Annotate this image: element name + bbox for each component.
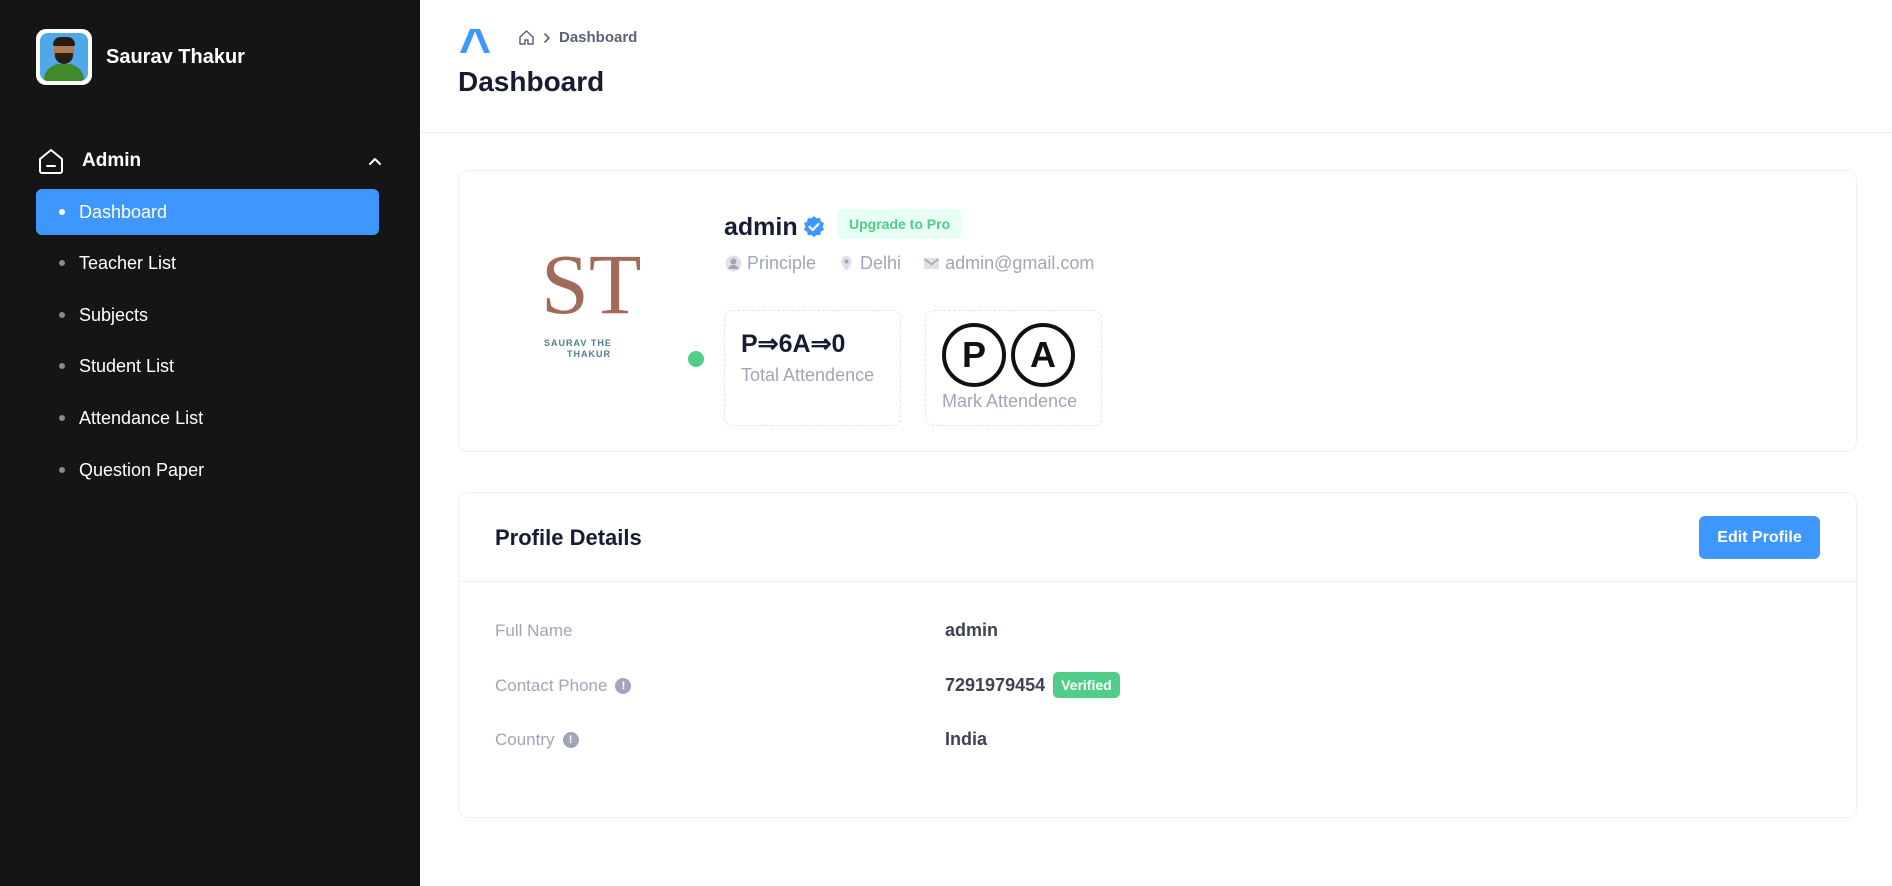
edit-profile-button[interactable]: Edit Profile — [1699, 516, 1820, 559]
mark-attendance-stat: P A Mark Attendence — [925, 310, 1102, 426]
profile-meta: Principle Delhi admin@gmail.com — [725, 253, 1116, 274]
sidebar-item-label: Teacher List — [79, 252, 177, 273]
sidebar-item-dashboard[interactable]: Dashboard — [36, 189, 379, 235]
details-title: Profile Details — [495, 525, 642, 550]
bullet-icon — [59, 363, 65, 369]
profile-card: ST SAURAV THE THAKUR admin Upgrade to Pr… — [458, 170, 1857, 452]
sidebar-item-question-paper[interactable]: Question Paper — [36, 447, 379, 493]
role-text: Principle — [747, 253, 817, 273]
bullet-icon — [59, 415, 65, 421]
profile-details-card: Profile Details Edit Profile Full Name a… — [458, 492, 1857, 818]
sidebar-item-label: Attendance List — [79, 407, 204, 428]
bullet-icon — [59, 209, 65, 215]
contact-phone-label: Contact Phone ! — [495, 676, 632, 696]
brand-logo: ST SAURAV THE THAKUR — [541, 236, 641, 359]
bullet-icon — [59, 467, 65, 473]
country-value: India — [945, 729, 988, 749]
full-name-value: admin — [945, 620, 999, 640]
header-divider — [420, 132, 1892, 133]
map-pin-icon — [841, 256, 853, 271]
mark-attendance-label: Mark Attendence — [942, 391, 1078, 411]
user-name: Saurav Thakur — [106, 45, 245, 68]
app-logo-icon[interactable] — [458, 27, 492, 54]
sidebar-item-student-list[interactable]: Student List — [36, 343, 379, 389]
mark-present-button[interactable]: P — [942, 323, 1006, 387]
breadcrumb: Dashboard — [518, 29, 637, 46]
verified-badge: Verified — [1053, 672, 1120, 698]
user-block[interactable]: Saurav Thakur — [36, 29, 245, 85]
role-item[interactable]: Principle — [725, 253, 816, 274]
page-title: Dashboard — [458, 66, 605, 97]
location-item[interactable]: Delhi — [838, 253, 901, 274]
attendance-label: Total Attendence — [741, 365, 875, 385]
email-item[interactable]: admin@gmail.com — [923, 253, 1094, 274]
contact-phone-value: 7291979454 Verified — [945, 672, 1120, 698]
country-label: Country ! — [495, 730, 579, 750]
menu-section-admin[interactable]: Admin — [36, 146, 384, 176]
mark-absent-button[interactable]: A — [1011, 323, 1075, 387]
sidebar-item-label: Student List — [79, 355, 175, 376]
row-label-text: Full Name — [495, 621, 573, 640]
upgrade-to-pro-badge[interactable]: Upgrade to Pro — [837, 209, 963, 239]
sidebar-item-label: Dashboard — [79, 201, 168, 222]
menu-section-label: Admin — [82, 150, 142, 171]
avatar — [36, 29, 92, 85]
verified-check-icon — [804, 216, 824, 238]
breadcrumb-current: Dashboard — [559, 29, 638, 46]
bullet-icon — [59, 260, 65, 266]
user-icon — [725, 255, 742, 272]
info-icon[interactable]: ! — [562, 732, 579, 748]
attendance-value: P⇒6A⇒0 — [741, 330, 846, 358]
sidebar: Saurav Thakur Admin Dashboard Teacher Li… — [0, 0, 420, 886]
row-label-text: Contact Phone — [495, 676, 608, 695]
sidebar-item-label: Subjects — [79, 304, 149, 325]
home-icon — [39, 149, 63, 174]
details-divider — [459, 581, 1856, 582]
full-name-label: Full Name — [495, 621, 572, 641]
email-text: admin@gmail.com — [945, 253, 1095, 273]
chevron-right-icon — [544, 32, 550, 43]
row-label-text: Country — [495, 730, 555, 749]
location-text: Delhi — [860, 253, 902, 273]
bullet-icon — [59, 312, 65, 318]
svg-text:SAURAV THE: SAURAV THE — [544, 338, 612, 348]
sidebar-item-teacher-list[interactable]: Teacher List — [36, 240, 379, 286]
chevron-up-icon[interactable] — [366, 152, 384, 170]
sidebar-item-subjects[interactable]: Subjects — [36, 292, 379, 338]
phone-text: 7291979454 — [945, 674, 1046, 695]
total-attendance-stat: P⇒6A⇒0 Total Attendence — [724, 310, 901, 426]
sidebar-item-attendance-list[interactable]: Attendance List — [36, 395, 379, 441]
svg-text:ST: ST — [541, 236, 641, 332]
mail-icon — [924, 258, 940, 269]
home-icon[interactable] — [518, 29, 535, 46]
online-status-dot — [688, 351, 704, 367]
svg-text:THAKUR: THAKUR — [567, 349, 611, 359]
info-icon[interactable]: ! — [615, 678, 632, 694]
profile-name: admin — [724, 213, 798, 241]
sidebar-item-label: Question Paper — [79, 459, 205, 480]
